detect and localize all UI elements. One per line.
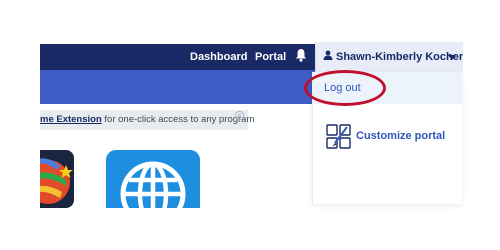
user-icon bbox=[323, 50, 333, 60]
app-icon-globe[interactable] bbox=[106, 150, 200, 208]
user-name[interactable]: Shawn-Kimberly Kocher bbox=[336, 42, 463, 72]
globe-icon bbox=[120, 161, 186, 208]
close-icon[interactable] bbox=[235, 111, 244, 120]
customize-portal-icon[interactable] bbox=[326, 124, 352, 150]
nav-dashboard-link[interactable]: Dashboard bbox=[190, 44, 247, 70]
bell-icon[interactable] bbox=[295, 48, 307, 62]
portal-screen: Dashboard Portal Shawn-Kimberly Kocher m… bbox=[0, 0, 500, 250]
highlight-circle bbox=[304, 70, 386, 106]
nav-portal-link[interactable]: Portal bbox=[255, 44, 286, 70]
caret-down-icon[interactable] bbox=[448, 55, 456, 60]
extension-banner-text: me Extension for one-click access to any… bbox=[40, 110, 254, 130]
extension-link[interactable]: me Extension bbox=[40, 114, 102, 125]
customize-portal-label[interactable]: Customize portal bbox=[356, 130, 445, 142]
extension-banner-message: for one-click access to any program bbox=[101, 114, 255, 125]
sub-header-bar bbox=[40, 70, 315, 104]
app-icon-colorful[interactable] bbox=[40, 150, 74, 208]
